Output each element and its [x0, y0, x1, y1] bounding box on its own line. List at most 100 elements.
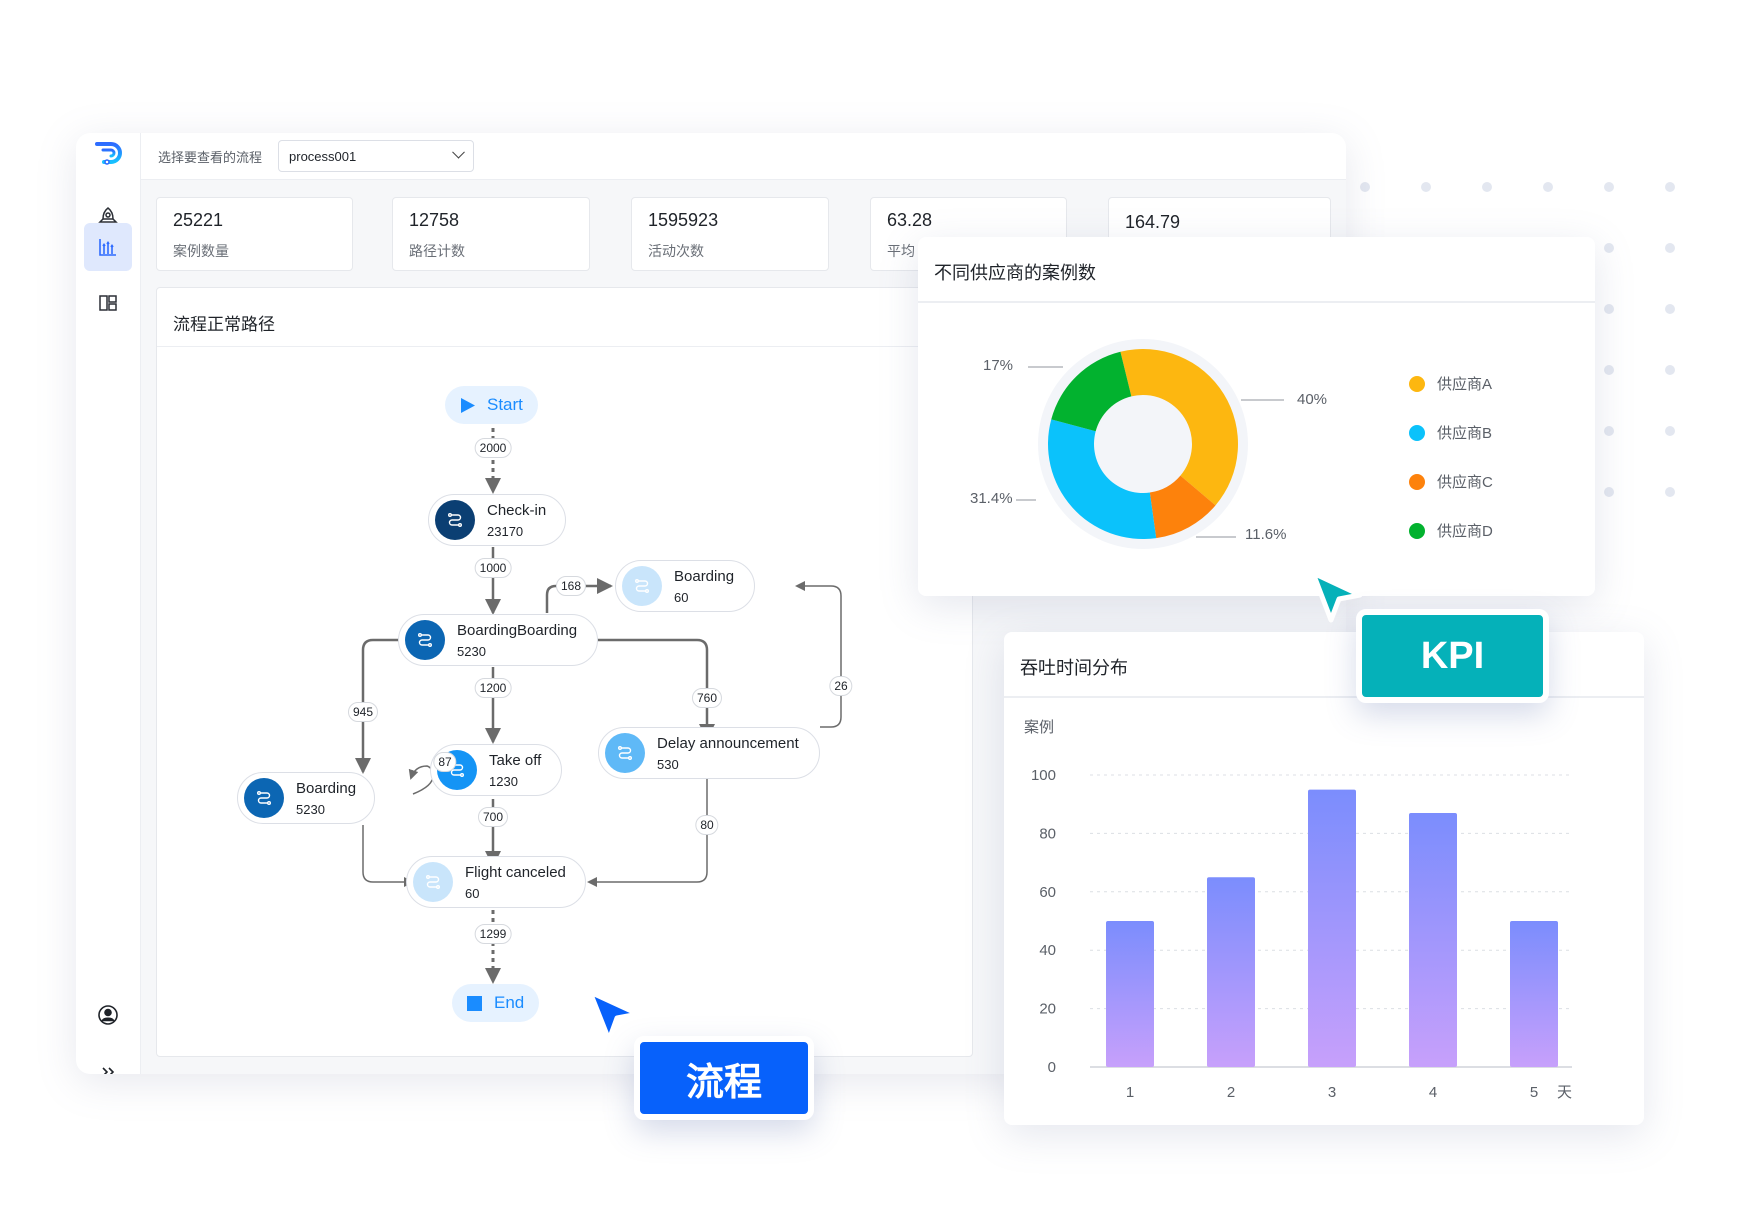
decorative-dot — [1604, 304, 1614, 314]
legend-label: 供应商A — [1437, 376, 1493, 393]
edge-delay-boardingtop — [795, 581, 842, 728]
start-label: Start — [487, 395, 523, 414]
sidebar-item-analytics[interactable] — [84, 223, 132, 271]
kpi-value: 12758 — [409, 210, 460, 230]
flow-node-boardingboarding[interactable]: BoardingBoarding 5230 — [398, 614, 598, 666]
chevron-down-icon — [452, 145, 465, 159]
edge-label: 1000 — [474, 558, 512, 578]
legend-item-b[interactable]: 供应商B — [1409, 422, 1492, 443]
user-circle-icon — [98, 1005, 118, 1025]
throughput-time-card: 吞吐时间分布 案例 0 20 40 60 80 100 1 2 3 4 5 天 — [1004, 632, 1644, 1125]
x-tick-label: 1 — [1126, 1084, 1134, 1101]
pie-label-c: 11.6% — [1245, 526, 1287, 543]
node-count: 530 — [657, 756, 679, 772]
decorative-dot — [1604, 487, 1614, 497]
legend-dot — [1409, 473, 1425, 490]
x-tick-label: 3 — [1328, 1084, 1336, 1101]
decorative-dot — [1604, 365, 1614, 375]
bar-day-1[interactable] — [1106, 921, 1154, 1067]
node-count: 5230 — [296, 801, 325, 817]
flow-node-flight-canceled[interactable]: Flight canceled 60 — [406, 856, 586, 908]
bar-day-2[interactable] — [1207, 877, 1255, 1067]
kpi-value: 1595923 — [648, 210, 719, 230]
process-node-icon — [605, 733, 645, 773]
legend-dot — [1409, 424, 1425, 441]
double-chevron-right-icon — [102, 1067, 115, 1074]
x-axis-label: 天 — [1557, 1084, 1572, 1101]
legend-dot — [1409, 522, 1425, 539]
node-name: Check-in — [487, 501, 547, 519]
node-name: Take off — [489, 751, 542, 769]
edge-label: 760 — [691, 688, 723, 708]
bar-day-4[interactable] — [1409, 812, 1457, 1067]
expand-sidebar-button[interactable] — [84, 1048, 132, 1074]
process-select[interactable]: process001 — [278, 140, 475, 172]
y-tick-label: 20 — [1039, 1001, 1056, 1018]
node-name: Boarding — [674, 567, 735, 585]
user-profile-button[interactable] — [84, 991, 132, 1039]
node-name: Delay announcement — [657, 734, 799, 752]
flow-start-node[interactable]: Start — [445, 386, 538, 424]
x-tick-label: 4 — [1429, 1084, 1437, 1101]
edge-label: 87 — [433, 752, 457, 772]
flow-end-node[interactable]: End — [452, 984, 540, 1022]
decorative-dot — [1482, 182, 1492, 192]
decorative-dot — [1360, 182, 1370, 192]
flow-edges — [355, 404, 842, 984]
flow-node-boarding-top[interactable]: Boarding 60 — [615, 560, 755, 612]
x-tick-label: 2 — [1227, 1084, 1235, 1101]
y-tick-label: 40 — [1039, 942, 1056, 959]
kpi-value: 164.79 — [1125, 212, 1181, 232]
edge-label: 26 — [829, 676, 853, 696]
node-count: 23170 — [487, 523, 524, 539]
legend-label: 供应商D — [1437, 523, 1493, 540]
process-node-icon — [405, 620, 445, 660]
sidebar-item-layout[interactable] — [84, 279, 132, 327]
legend-label: 供应商B — [1437, 425, 1493, 442]
process-select-label: 选择要查看的流程 — [158, 149, 263, 165]
decorative-dot — [1604, 182, 1614, 192]
legend-label: 供应商C — [1437, 474, 1493, 491]
process-node-icon — [413, 862, 453, 902]
pie-label-a: 40% — [1297, 391, 1328, 408]
y-axis-label: 案例 — [1024, 718, 1054, 736]
node-count: 60 — [674, 589, 689, 605]
legend-item-c[interactable]: 供应商C — [1409, 471, 1493, 492]
sidebar — [76, 133, 141, 1074]
flow-node-boarding-left[interactable]: Boarding 5230 — [237, 772, 375, 824]
flow-badge: 流程 — [634, 1036, 814, 1120]
y-tick-label: 80 — [1039, 825, 1056, 842]
edge-boardingleft-canceled — [362, 825, 414, 887]
bar-day-3[interactable] — [1308, 789, 1356, 1067]
node-name: Flight canceled — [465, 863, 566, 881]
flow-node-delay-announcement[interactable]: Delay announcement 530 — [598, 727, 820, 779]
edge-label: 700 — [477, 807, 509, 827]
end-label: End — [494, 993, 525, 1012]
decorative-dot — [1665, 182, 1675, 192]
kpi-value: 25221 — [173, 210, 224, 230]
legend-item-d[interactable]: 供应商D — [1409, 520, 1493, 541]
x-tick-label: 5 — [1530, 1084, 1538, 1101]
kpi-card-cases: 25221 案例数量 — [156, 197, 353, 271]
play-icon — [461, 397, 475, 413]
flow-node-checkin[interactable]: Check-in 23170 — [428, 494, 566, 546]
kpi-label: 活动次数 — [648, 243, 704, 259]
edge-label: 1299 — [474, 924, 512, 944]
edge-label: 80 — [695, 815, 719, 835]
y-tick-label: 60 — [1039, 884, 1056, 901]
node-name: Boarding — [296, 779, 357, 797]
blue-cursor-icon — [587, 989, 641, 1043]
legend-item-a[interactable]: 供应商A — [1409, 373, 1492, 394]
process-select-value: process001 — [289, 148, 357, 164]
process-node-icon — [435, 500, 475, 540]
kpi-label: 路径计数 — [409, 243, 465, 259]
bar-day-5[interactable] — [1510, 921, 1558, 1067]
decorative-dot — [1421, 182, 1431, 192]
kpi-badge: KPI — [1356, 609, 1549, 703]
layout-icon — [99, 295, 117, 311]
pie-label-b: 31.4% — [970, 490, 1013, 507]
app-logo-icon — [95, 142, 122, 174]
stop-icon — [467, 995, 482, 1011]
y-tick-label: 0 — [1048, 1059, 1056, 1076]
edge-label: 945 — [347, 702, 379, 722]
